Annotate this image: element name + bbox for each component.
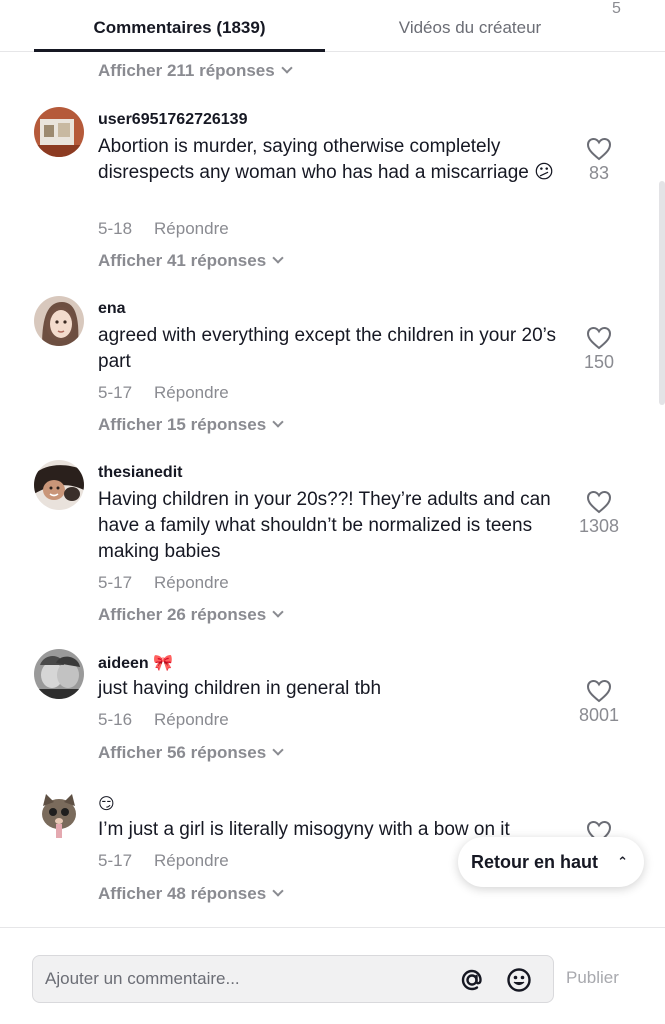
view-replies-label: Afficher 26 réponses — [98, 605, 267, 624]
emoji-icon[interactable] — [506, 967, 532, 993]
chevron-down-icon — [281, 62, 293, 74]
chevron-down-icon — [272, 744, 284, 756]
comment-date: 5-17 — [98, 573, 133, 592]
comment-text: agreed with everything except the childr… — [98, 325, 557, 372]
comment-username[interactable]: user6951762726139 — [98, 111, 247, 129]
comment-meta: 5-17 Répondre — [98, 851, 229, 871]
comment-username[interactable]: 😏 — [98, 794, 115, 814]
chevron-down-icon — [272, 252, 284, 264]
view-replies-button[interactable]: Afficher 15 réponses — [98, 415, 284, 435]
comment-list[interactable]: Afficher 211 réponses user6951762726139 … — [0, 53, 665, 927]
like-button[interactable]: 8001 — [572, 679, 626, 726]
avatar[interactable] — [34, 790, 84, 840]
tab-overflow-label: 5 — [612, 0, 621, 17]
comment-composer: Publier — [0, 927, 665, 1024]
like-count: 1308 — [578, 516, 620, 536]
view-replies-label: Afficher 48 réponses — [98, 884, 267, 903]
comment-username[interactable]: aideen 🎀 — [98, 653, 173, 673]
back-to-top-button[interactable]: Retour en haut ⌃ — [458, 837, 644, 887]
view-replies-label: Afficher 56 réponses — [98, 743, 267, 762]
publish-button[interactable]: Publier — [566, 968, 619, 988]
view-replies-label: Afficher 15 réponses — [98, 415, 267, 434]
like-count: 8001 — [578, 705, 620, 725]
reply-button[interactable]: Répondre — [154, 219, 229, 238]
chevron-down-icon — [272, 885, 284, 897]
comment-input-box[interactable] — [32, 955, 554, 1003]
tab-creator-videos[interactable]: Vidéos du créateur — [340, 0, 600, 52]
comment-text: Having children in your 20s??! They’re a… — [98, 489, 551, 562]
like-button[interactable]: 1308 — [572, 490, 626, 537]
mention-icon[interactable] — [459, 967, 485, 993]
reply-button[interactable]: Répondre — [154, 851, 229, 870]
comment-input[interactable] — [45, 956, 445, 1002]
like-button[interactable]: 150 — [572, 326, 626, 373]
back-to-top-label: Retour en haut — [471, 852, 599, 872]
comment-meta: 5-17 Répondre — [98, 573, 229, 593]
like-button[interactable]: 83 — [572, 137, 626, 184]
heart-icon — [586, 137, 612, 161]
heart-icon — [586, 490, 612, 514]
avatar[interactable] — [34, 107, 84, 157]
comment-meta: 5-17 Répondre — [98, 383, 229, 403]
view-replies-label: Afficher 211 réponses — [98, 61, 275, 80]
like-count: 150 — [583, 352, 615, 372]
view-replies-button[interactable]: Afficher 56 réponses — [98, 743, 284, 763]
reply-button[interactable]: Répondre — [154, 383, 229, 402]
view-replies-button[interactable]: Afficher 26 réponses — [98, 605, 284, 625]
heart-icon — [586, 679, 612, 703]
view-replies-button[interactable]: Afficher 211 réponses — [98, 61, 293, 81]
comment-text: Abortion is murder, saying otherwise com… — [98, 136, 554, 183]
view-replies-button[interactable]: Afficher 48 réponses — [98, 884, 284, 904]
comment-username[interactable]: thesianedit — [98, 464, 182, 482]
avatar[interactable] — [34, 649, 84, 699]
tab-comments[interactable]: Commentaires (1839) — [34, 0, 325, 52]
chevron-down-icon — [272, 416, 284, 428]
tab-bar: Commentaires (1839) Vidéos du créateur 5 — [0, 0, 665, 52]
like-count: 83 — [588, 163, 610, 183]
comment-date: 5-17 — [98, 851, 133, 870]
comment-text: just having children in general tbh — [98, 678, 382, 699]
comment-date: 5-17 — [98, 383, 133, 402]
reply-button[interactable]: Répondre — [154, 710, 229, 729]
avatar[interactable] — [34, 460, 84, 510]
chevron-down-icon — [272, 606, 284, 618]
avatar[interactable] — [34, 296, 84, 346]
heart-icon — [586, 326, 612, 350]
scrollbar[interactable] — [659, 181, 665, 405]
comment-date: 5-18 — [98, 219, 133, 238]
comment-username[interactable]: ena — [98, 300, 126, 318]
view-replies-label: Afficher 41 réponses — [98, 251, 267, 270]
reply-button[interactable]: Répondre — [154, 573, 229, 592]
comment-date: 5-16 — [98, 710, 133, 729]
comment-meta: 5-16 Répondre — [98, 710, 229, 730]
comment-meta: 5-18 Répondre — [98, 219, 229, 239]
double-chevron-up-icon: ⌃ — [617, 854, 628, 869]
view-replies-button[interactable]: Afficher 41 réponses — [98, 251, 284, 271]
